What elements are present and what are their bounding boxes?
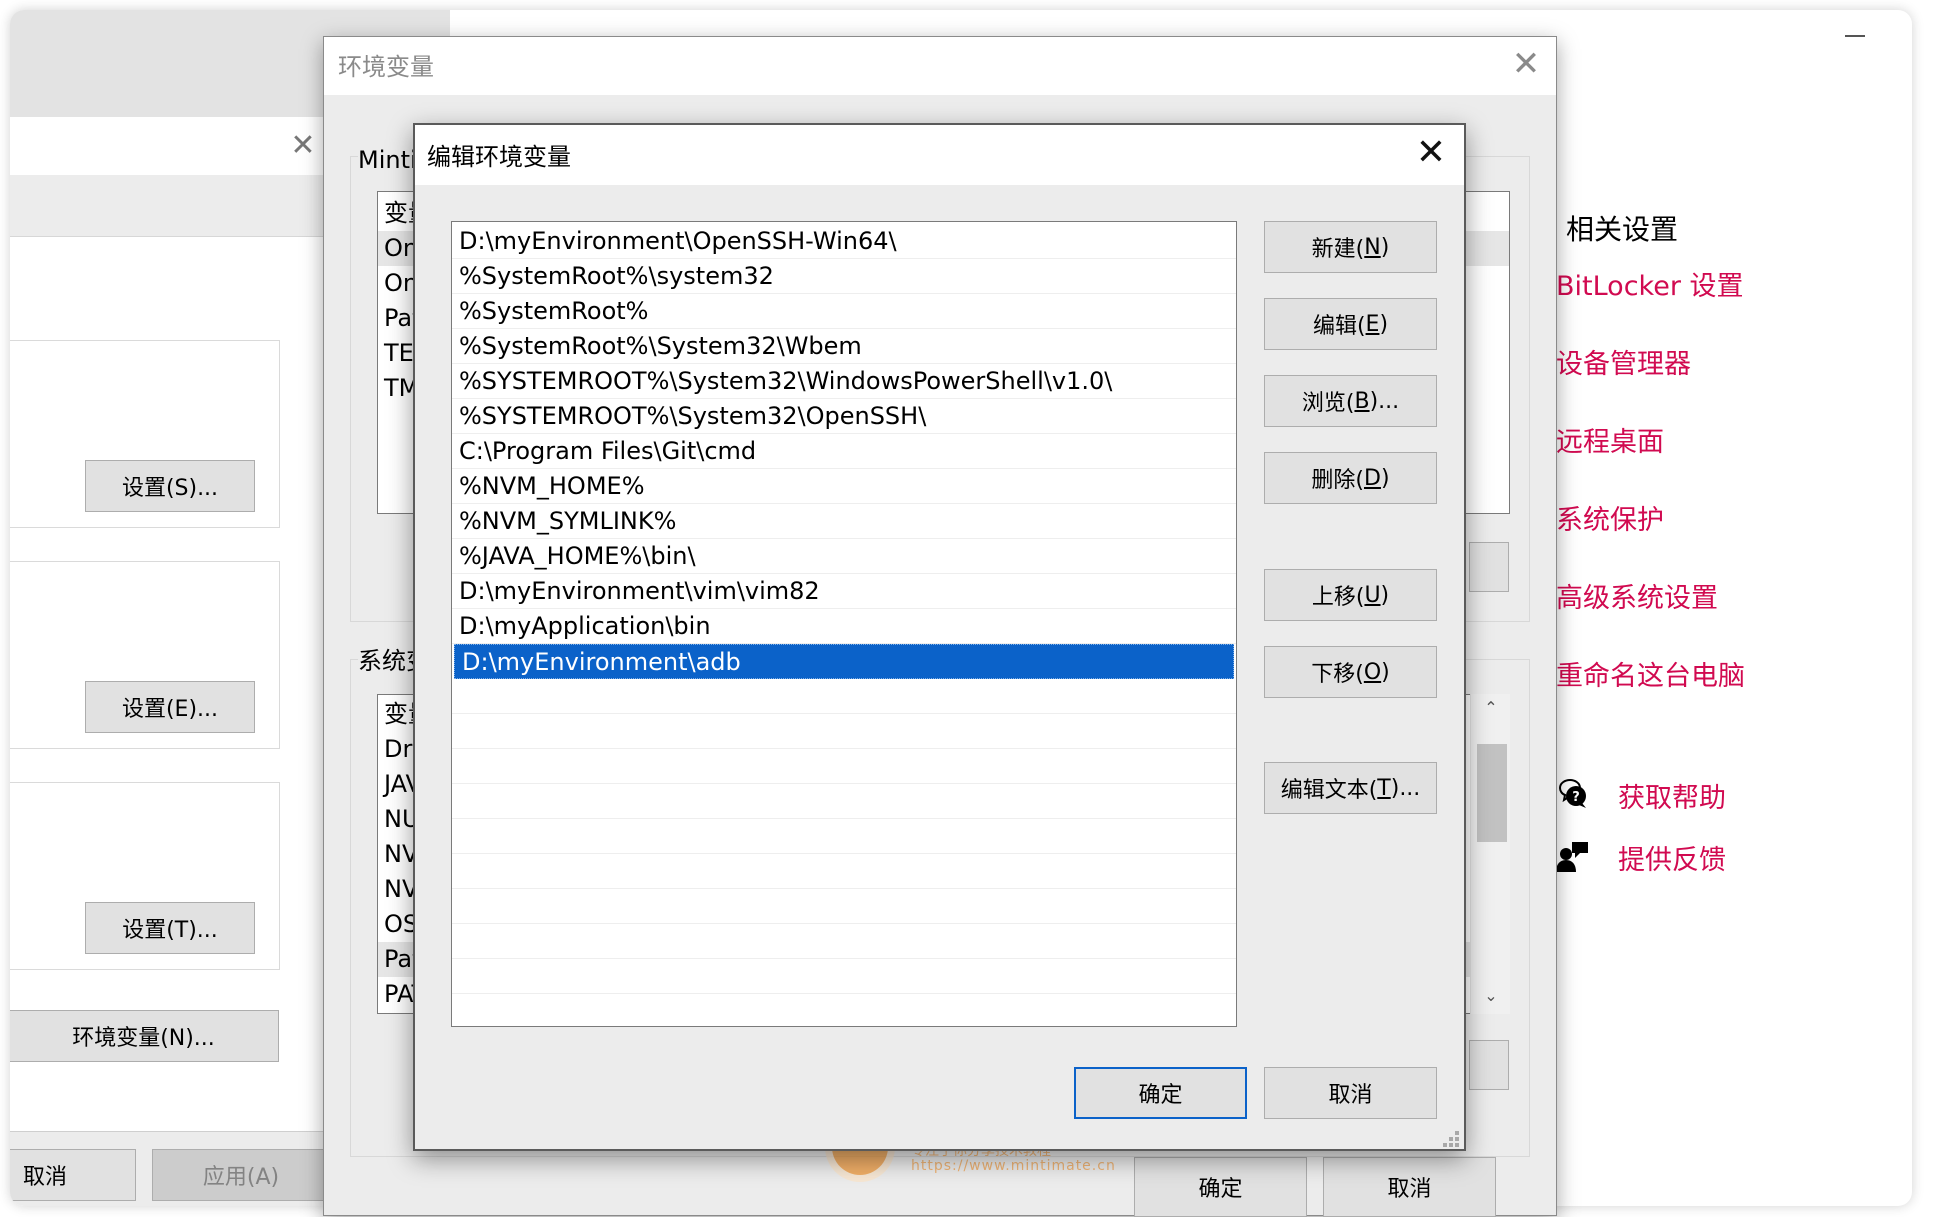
button-label: )	[1379, 311, 1389, 337]
dialog-title: 环境变量	[338, 53, 434, 81]
empty-row[interactable]: .	[452, 889, 1236, 924]
link-rename-pc[interactable]: 重命名这台电脑	[1556, 654, 1745, 693]
empty-row[interactable]: .	[452, 994, 1236, 1026]
button-label: )...	[1390, 775, 1421, 801]
browse-button[interactable]: 浏览(B)...	[1264, 375, 1437, 427]
list-item[interactable]: %SYSTEMROOT%\System32\WindowsPowerShell\…	[452, 364, 1236, 399]
related-settings-heading: 相关设置	[1566, 213, 1679, 246]
apply-button[interactable]: 应用(A)	[152, 1149, 330, 1201]
new-button[interactable]: 新建(N)	[1264, 221, 1437, 273]
list-item[interactable]: %NVM_HOME%	[452, 469, 1236, 504]
button-label: )	[1380, 234, 1390, 260]
button-label: 编辑(	[1312, 314, 1366, 339]
resize-grip-icon[interactable]	[1443, 1131, 1459, 1147]
button-label: )...	[1369, 388, 1400, 414]
link-remote-desktop[interactable]: 远程桌面	[1556, 420, 1664, 459]
button-label: 上移(	[1311, 585, 1365, 610]
link-bitlocker[interactable]: BitLocker 设置	[1556, 264, 1744, 303]
button-label: 编辑文本(	[1280, 778, 1378, 803]
path-entries-list[interactable]: D:\myEnvironment\OpenSSH-Win64\ %SystemR…	[451, 221, 1237, 1027]
cancel-button[interactable]: 取消	[10, 1149, 136, 1201]
ok-button[interactable]: 确定	[1074, 1067, 1247, 1119]
access-key: N	[1364, 234, 1381, 260]
button-label: )	[1381, 659, 1390, 685]
list-item[interactable]: C:\Program Files\Git\cmd	[452, 434, 1236, 469]
scroll-up-icon[interactable]: ⌃	[1481, 698, 1501, 717]
link-get-help[interactable]: 获取帮助	[1618, 776, 1726, 815]
access-key: T	[1377, 775, 1391, 801]
move-down-button[interactable]: 下移(O)	[1264, 646, 1437, 698]
button-label: )	[1380, 465, 1390, 491]
system-properties-dialog: ✕ 设置(S)... 设置(E)... 设置(T)... 环境变量(N)... …	[10, 117, 330, 1206]
empty-row[interactable]: .	[452, 924, 1236, 959]
link-advanced-system-settings[interactable]: 高级系统设置	[1556, 576, 1718, 615]
cancel-button[interactable]: 取消	[1323, 1157, 1496, 1217]
move-up-button[interactable]: 上移(U)	[1264, 569, 1437, 621]
button-label: 浏览(	[1301, 391, 1355, 416]
system-properties-footer: 取消 应用(A)	[10, 1131, 330, 1206]
system-properties-titlebar	[10, 117, 330, 175]
list-item[interactable]: D:\myEnvironment\OpenSSH-Win64\	[452, 224, 1236, 259]
feedback-icon	[1556, 840, 1590, 874]
dialog-titlebar	[324, 37, 1556, 95]
scroll-down-icon[interactable]: ⌄	[1481, 986, 1501, 1005]
empty-row[interactable]: .	[452, 854, 1236, 889]
system-properties-tabs	[10, 175, 330, 237]
close-icon[interactable]: ✕	[1508, 47, 1544, 83]
access-key: U	[1364, 582, 1381, 608]
link-system-protection[interactable]: 系统保护	[1556, 498, 1664, 537]
access-key: D	[1364, 465, 1381, 491]
system-delete-button-partial[interactable]	[1469, 1040, 1509, 1090]
minimize-button[interactable]	[1845, 24, 1867, 38]
empty-row[interactable]: .	[452, 749, 1236, 784]
empty-row[interactable]: .	[452, 784, 1236, 819]
link-device-manager[interactable]: 设备管理器	[1556, 342, 1691, 381]
edit-button[interactable]: 编辑(E)	[1264, 298, 1437, 350]
environment-variables-button[interactable]: 环境变量(N)...	[10, 1010, 279, 1062]
list-item[interactable]: %SystemRoot%\System32\Wbem	[452, 329, 1236, 364]
edit-environment-variable-dialog: 编辑环境变量 ✕ D:\myEnvironment\OpenSSH-Win64\…	[413, 123, 1466, 1151]
user-delete-button-partial[interactable]	[1469, 542, 1509, 592]
list-item[interactable]: %SYSTEMROOT%\System32\OpenSSH\	[452, 399, 1236, 434]
dialog-title: 编辑环境变量	[427, 143, 571, 171]
link-give-feedback[interactable]: 提供反馈	[1618, 838, 1726, 877]
svg-text:?: ?	[1572, 790, 1580, 805]
startup-recovery-settings-button[interactable]: 设置(T)...	[85, 902, 255, 954]
access-key: B	[1354, 388, 1370, 414]
button-label: 删除(	[1311, 468, 1365, 493]
list-item[interactable]: %SystemRoot%	[452, 294, 1236, 329]
list-item[interactable]: %JAVA_HOME%\bin\	[452, 539, 1236, 574]
button-label: 新建(	[1311, 237, 1365, 262]
cancel-button[interactable]: 取消	[1264, 1067, 1437, 1119]
scrollbar-thumb[interactable]	[1477, 744, 1507, 842]
edit-text-button[interactable]: 编辑文本(T)...	[1264, 762, 1437, 814]
close-icon[interactable]: ✕	[288, 131, 318, 161]
list-item[interactable]: D:\myEnvironment\vim\vim82	[452, 574, 1236, 609]
close-icon[interactable]: ✕	[1411, 134, 1451, 174]
user-profiles-settings-button[interactable]: 设置(E)...	[85, 681, 255, 733]
help-icon: ?	[1556, 778, 1590, 812]
button-label: 下移(	[1311, 662, 1364, 687]
delete-button[interactable]: 删除(D)	[1264, 452, 1437, 504]
list-item[interactable]: D:\myApplication\bin	[452, 609, 1236, 644]
system-variables-scrollbar[interactable]: ⌃ ⌄	[1470, 694, 1510, 1014]
ok-button[interactable]: 确定	[1134, 1157, 1307, 1217]
list-item[interactable]: %SystemRoot%\system32	[452, 259, 1236, 294]
button-label: )	[1380, 582, 1390, 608]
access-key: O	[1363, 659, 1382, 685]
empty-row[interactable]: .	[452, 679, 1236, 714]
list-item[interactable]: %NVM_SYMLINK%	[452, 504, 1236, 539]
empty-row[interactable]: .	[452, 819, 1236, 854]
empty-row[interactable]: .	[452, 959, 1236, 994]
watermark-url: https://www.mintimate.cn	[911, 1158, 1116, 1174]
access-key: E	[1365, 311, 1380, 337]
list-item-selected[interactable]: D:\myEnvironment\adb	[454, 644, 1234, 679]
dialog-titlebar	[415, 125, 1464, 185]
empty-row[interactable]: .	[452, 714, 1236, 749]
performance-settings-button[interactable]: 设置(S)...	[85, 460, 255, 512]
